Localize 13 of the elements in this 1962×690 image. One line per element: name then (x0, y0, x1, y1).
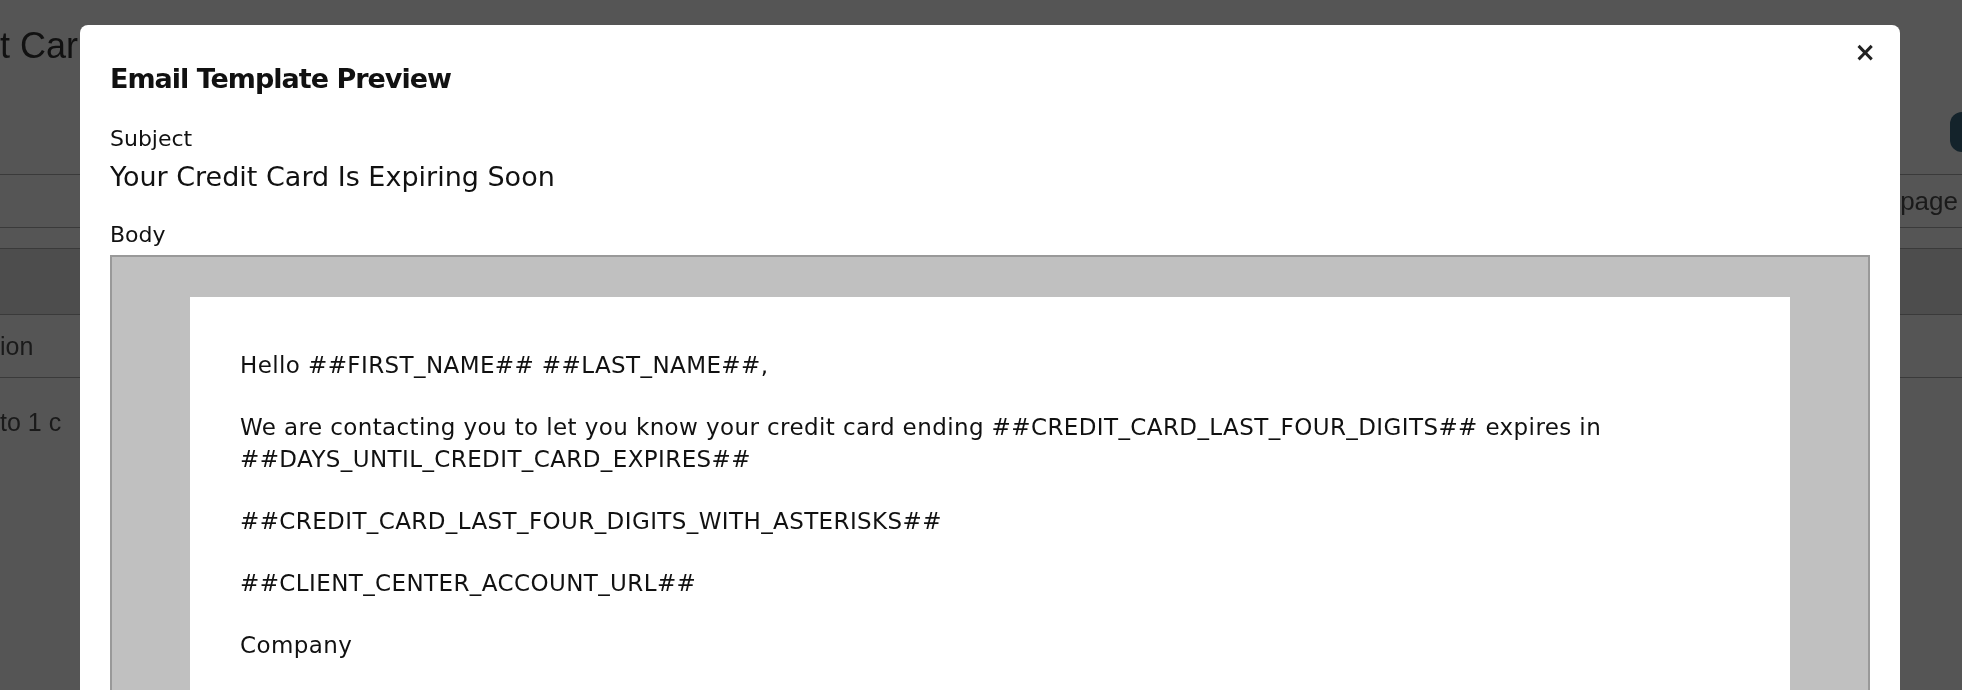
table-info-text: to 1 c (0, 408, 62, 436)
subject-text: Your Credit Card Is Expiring Soon (110, 161, 556, 192)
close-button[interactable]: × (1850, 39, 1880, 65)
email-paragraph: Hello ##FIRST_NAME## ##LAST_NAME##, (240, 351, 770, 380)
email-paragraph: ##CLIENT_CENTER_ACCOUNT_URL## (240, 569, 698, 598)
email-paragraph: We are contacting you to let you know your credit card ending ##CREDIT_CARD_LAST_FOUR_DIGITS## expires in ##DAYS_UNTIL_CREDIT_CARD_EXPIRES## (240, 413, 1603, 474)
email-paragraph: Company (240, 631, 354, 660)
subject-label: Subject (110, 126, 194, 151)
body-label: Body (110, 222, 167, 247)
modal-title: Email Template Preview (110, 63, 452, 94)
email-paragraph: ##CREDIT_CARD_LAST_FOUR_DIGITS_WITH_ASTERISKS## (240, 507, 943, 536)
toolbar-text: page (1900, 185, 1958, 217)
column-header: ion (0, 331, 34, 361)
